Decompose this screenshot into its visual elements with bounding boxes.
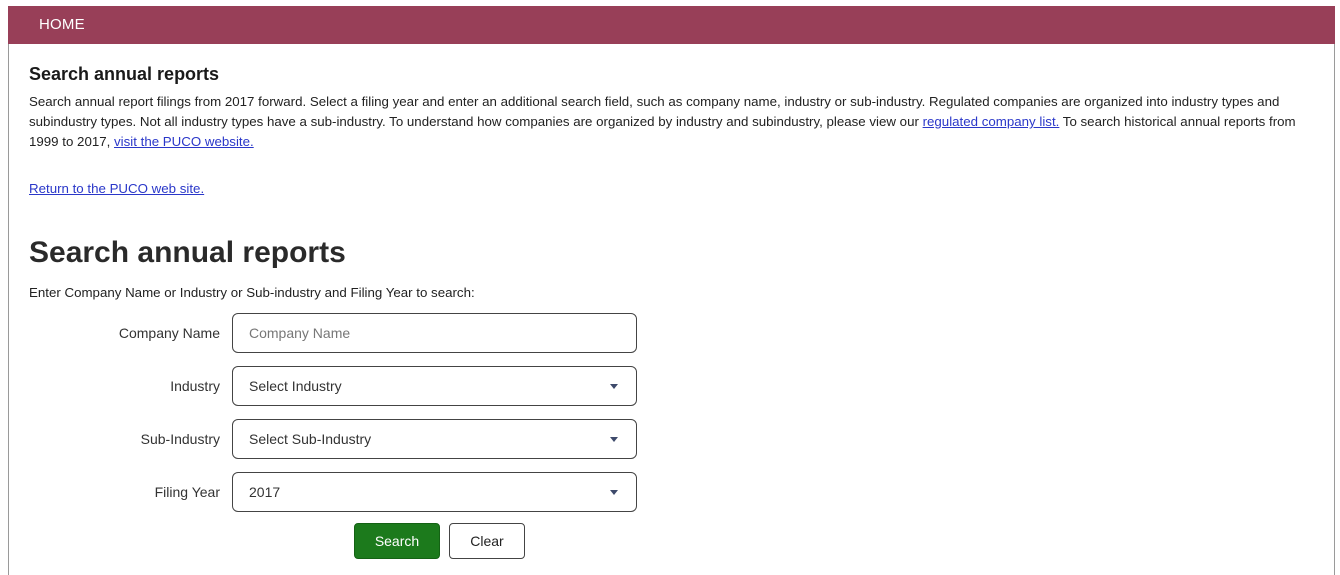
search-title: Search annual reports (29, 236, 346, 269)
search-button[interactable]: Search (354, 523, 440, 559)
company-name-input[interactable] (232, 313, 637, 353)
industry-select-value: Select Industry (249, 378, 342, 394)
sub-industry-label: Sub-Industry (140, 431, 220, 447)
clear-button[interactable]: Clear (449, 523, 525, 559)
filing-year-select-value: 2017 (249, 484, 281, 500)
company-name-label: Company Name (118, 325, 220, 341)
filing-year-select[interactable]: 2017 (232, 472, 637, 512)
chevron-down-icon (610, 383, 618, 389)
intro-text: Search annual report filings from 2017 f… (29, 92, 1314, 152)
top-nav-bar: HOME (8, 6, 1335, 44)
home-link[interactable]: HOME (39, 16, 85, 33)
filing-year-label: Filing Year (154, 484, 220, 500)
visit-puco-website-link[interactable]: visit the PUCO website. (114, 134, 254, 149)
sub-industry-select-value: Select Sub-Industry (249, 431, 372, 447)
sub-industry-select[interactable]: Select Sub-Industry (232, 419, 637, 459)
return-to-puco-link[interactable]: Return to the PUCO web site. (29, 181, 204, 196)
regulated-company-list-link[interactable]: regulated company list. (923, 114, 1060, 129)
industry-label: Industry (170, 378, 220, 394)
chevron-down-icon (610, 436, 618, 442)
industry-select[interactable]: Select Industry (232, 366, 637, 406)
search-instructions: Enter Company Name or Industry or Sub-in… (29, 285, 475, 300)
chevron-down-icon (610, 489, 618, 495)
intro-title: Search annual reports (29, 64, 220, 84)
